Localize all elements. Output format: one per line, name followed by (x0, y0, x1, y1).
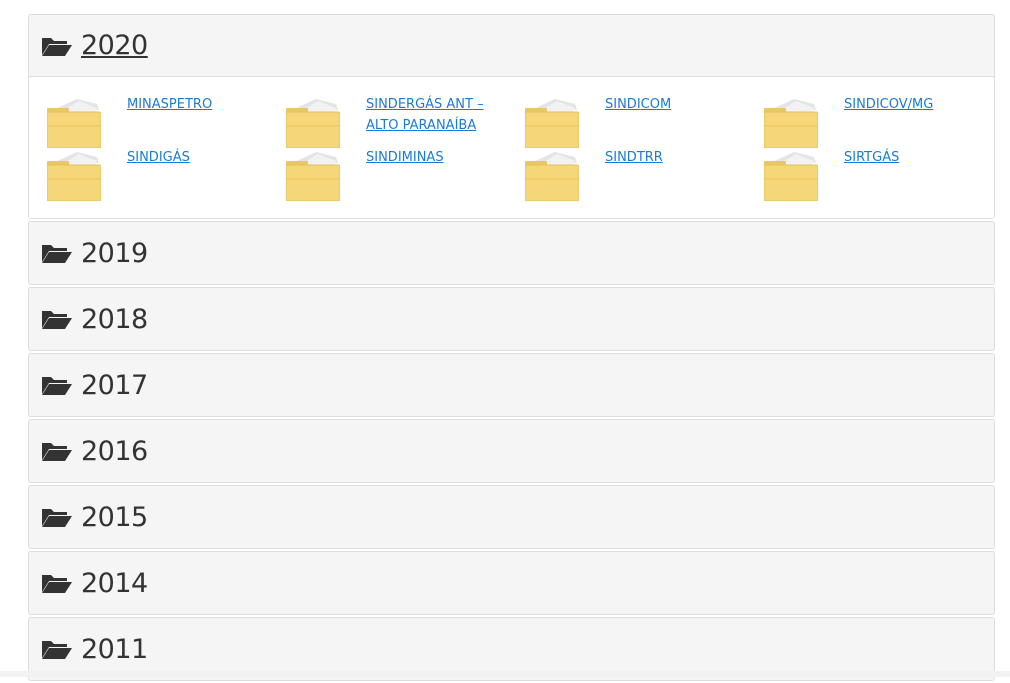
folder-link[interactable]: SINDICOM (605, 94, 735, 115)
folder-link[interactable]: SINDICOV/MG (844, 94, 974, 115)
accordion-year-title: 2020 (81, 30, 148, 61)
folder-item[interactable]: SINDIMINAS (285, 147, 525, 202)
folder-open-icon (41, 374, 73, 396)
accordion-year-title: 2016 (81, 435, 148, 467)
accordion-panel: 2018 (28, 287, 995, 351)
folder-thumbnail-icon[interactable] (285, 149, 341, 202)
folder-link[interactable]: MINASPETRO (127, 94, 257, 115)
folder-thumbnail-icon[interactable] (46, 96, 102, 149)
folder-item[interactable]: SIRTGÁS (763, 147, 1003, 202)
accordion-header-2020[interactable]: 2020 (29, 15, 994, 77)
folder-thumbnail-icon[interactable] (285, 96, 341, 149)
accordion-body-2020: MINASPETRO SINDERGÁS ANT – ALTO PARANAÍB… (29, 77, 994, 218)
folder-link[interactable]: SINDIMINAS (366, 147, 496, 168)
folder-thumbnail-icon[interactable] (46, 149, 102, 202)
collapsed-sections: 2019 2018 2017 2016 2015 2014 2011 (28, 221, 995, 681)
page-bottom-strip (0, 671, 1010, 677)
folder-link[interactable]: SIRTGÁS (844, 147, 974, 168)
accordion-year-title: 2015 (81, 501, 148, 533)
accordion-year-title: 2018 (81, 303, 148, 335)
accordion-panel: 2017 (28, 353, 995, 417)
accordion-panel: 2015 (28, 485, 995, 549)
accordion-header[interactable]: 2016 (29, 420, 994, 482)
folder-item[interactable]: SINDERGÁS ANT – ALTO PARANAÍBA (285, 94, 525, 149)
accordion-panel-2020: 2020 MINASPETRO SINDERGÁS ANT – ALTO PAR… (28, 14, 995, 219)
folder-grid: MINASPETRO SINDERGÁS ANT – ALTO PARANAÍB… (46, 94, 1003, 202)
accordion-panel: 2014 (28, 551, 995, 615)
folder-link[interactable]: SINDIGÁS (127, 147, 257, 168)
accordion-year-title: 2014 (81, 567, 148, 599)
folder-open-icon (41, 572, 73, 594)
folder-item[interactable]: SINDICOM (524, 94, 764, 149)
folder-link[interactable]: SINDTRR (605, 147, 735, 168)
accordion-panel: 2019 (28, 221, 995, 285)
folder-thumbnail-icon[interactable] (524, 149, 580, 202)
folder-thumbnail-icon[interactable] (763, 96, 819, 149)
folder-link[interactable]: SINDERGÁS ANT – ALTO PARANAÍBA (366, 94, 496, 136)
accordion-year-title: 2011 (81, 633, 148, 665)
folder-thumbnail-icon[interactable] (524, 96, 580, 149)
folder-open-icon (41, 308, 73, 330)
accordion-header[interactable]: 2015 (29, 486, 994, 548)
accordion-year-title: 2019 (81, 237, 148, 269)
folder-open-icon (41, 638, 73, 660)
accordion-header[interactable]: 2017 (29, 354, 994, 416)
accordion-header[interactable]: 2018 (29, 288, 994, 350)
accordion-header[interactable]: 2014 (29, 552, 994, 614)
year-accordion: 2020 MINASPETRO SINDERGÁS ANT – ALTO PAR… (28, 14, 995, 683)
folder-open-icon (41, 242, 73, 264)
folder-open-icon (41, 440, 73, 462)
folder-open-icon (41, 35, 73, 57)
folder-item[interactable]: SINDTRR (524, 147, 764, 202)
accordion-panel: 2016 (28, 419, 995, 483)
folder-item[interactable]: SINDIGÁS (46, 147, 286, 202)
accordion-year-title: 2017 (81, 369, 148, 401)
folder-thumbnail-icon[interactable] (763, 149, 819, 202)
folder-open-icon (41, 506, 73, 528)
accordion-header[interactable]: 2019 (29, 222, 994, 284)
folder-item[interactable]: MINASPETRO (46, 94, 286, 149)
folder-item[interactable]: SINDICOV/MG (763, 94, 1003, 149)
